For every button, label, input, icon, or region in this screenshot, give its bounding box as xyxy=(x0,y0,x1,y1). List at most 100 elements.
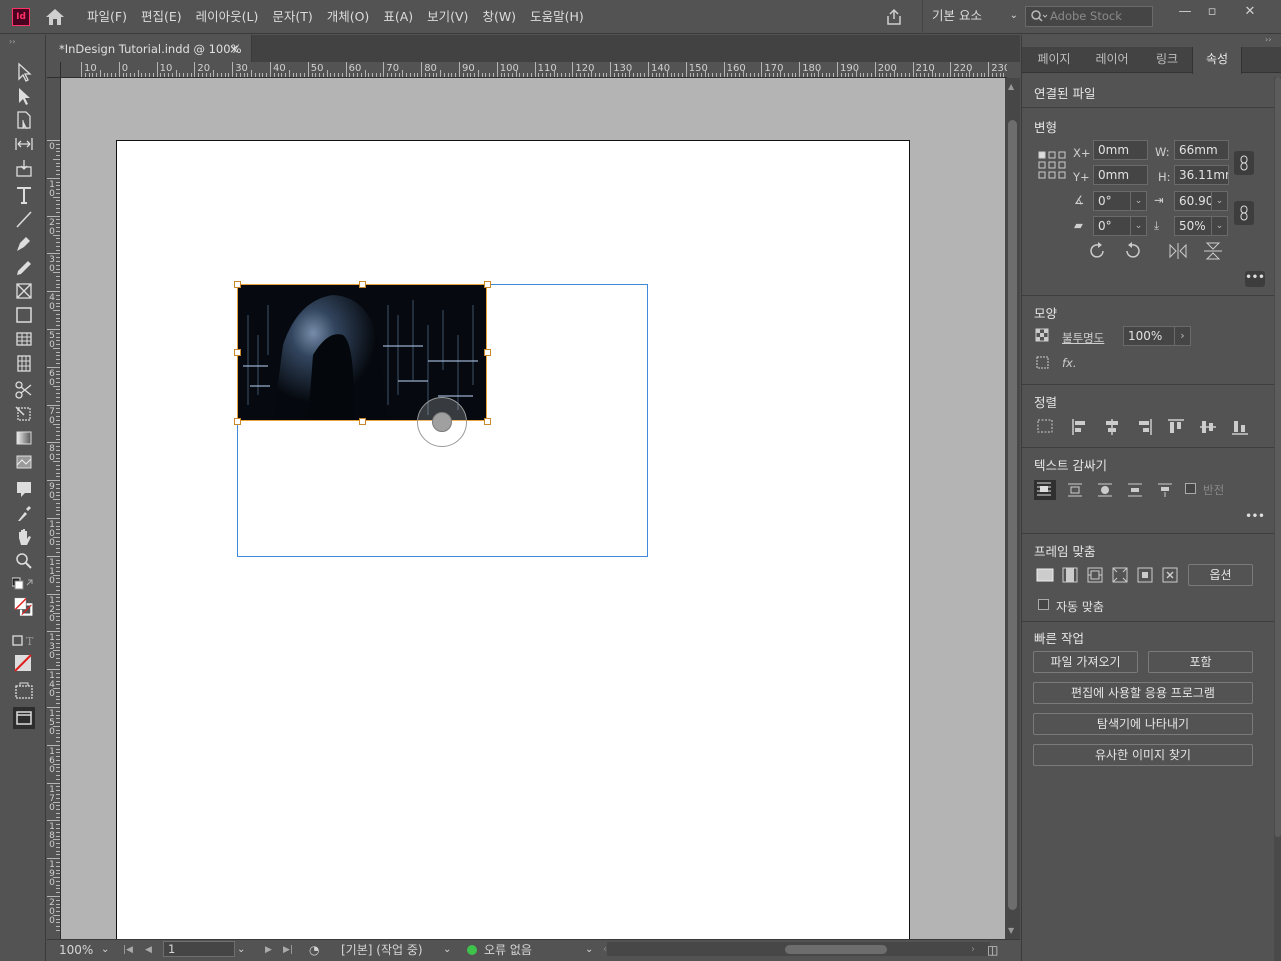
apply-none-icon[interactable] xyxy=(12,652,36,674)
edit-with-button[interactable]: 편집에 사용할 응용 프로그램 xyxy=(1033,682,1253,704)
pasteboard[interactable] xyxy=(61,78,1005,939)
scale-y-dropdown-icon[interactable]: ⌄ xyxy=(1212,216,1228,236)
height-field[interactable]: 36.11mr xyxy=(1174,165,1229,185)
page-tool-icon[interactable] xyxy=(12,109,36,131)
fill-frame-proportionally-icon[interactable] xyxy=(1035,566,1055,584)
content-collector-icon[interactable] xyxy=(12,157,36,179)
constrain-proportions-icon[interactable] xyxy=(1234,151,1254,175)
selection-tool-icon[interactable] xyxy=(12,61,36,83)
view-mode-icon[interactable] xyxy=(12,707,36,729)
opacity-slider-icon[interactable]: › xyxy=(1175,326,1191,346)
menu-object[interactable]: 개체(O) xyxy=(320,0,377,34)
rectangle-tool-icon[interactable] xyxy=(12,304,36,326)
collapse-panels-icon[interactable]: ›› xyxy=(1265,35,1271,44)
panel-scrollbar[interactable] xyxy=(1274,77,1281,961)
horizontal-ruler[interactable]: 10 0 10 20 30 40 50 60 70 80 90 100 110 120 130 140 150 1… xyxy=(61,62,1007,78)
frame-handle[interactable] xyxy=(359,418,366,425)
menu-help[interactable]: 도움말(H) xyxy=(523,0,591,34)
text-wrap-more-options-icon[interactable]: ••• xyxy=(1245,510,1265,526)
tab-links[interactable]: 링크 xyxy=(1144,47,1190,73)
stock-search-input[interactable]: Adobe Stock xyxy=(1025,6,1153,27)
center-content-icon[interactable] xyxy=(1135,566,1155,584)
import-file-button[interactable]: 파일 가져오기 xyxy=(1033,651,1138,673)
fitting-options-button[interactable]: 옵션 xyxy=(1188,564,1253,586)
share-icon[interactable] xyxy=(884,7,904,27)
scale-x-dropdown-icon[interactable]: ⌄ xyxy=(1212,191,1228,211)
reference-point-icon[interactable] xyxy=(1038,151,1066,179)
wrap-object-shape-icon[interactable] xyxy=(1095,481,1115,499)
transform-more-options-icon[interactable]: ••• xyxy=(1245,271,1265,287)
rotate-counterclockwise-icon[interactable] xyxy=(1122,242,1142,260)
default-colors-icon[interactable] xyxy=(11,576,36,594)
direct-selection-tool-icon[interactable] xyxy=(12,85,36,107)
rotation-dropdown-icon[interactable]: ⌄ xyxy=(1131,191,1147,211)
scale-y-field[interactable]: 50% xyxy=(1174,216,1212,236)
frame-handle[interactable] xyxy=(484,418,491,425)
preflight-profile[interactable]: [기본] (작업 중) xyxy=(341,940,423,960)
line-tool-icon[interactable] xyxy=(12,208,36,230)
content-aware-fit-icon[interactable] xyxy=(1160,566,1180,584)
width-field[interactable]: 66mm xyxy=(1174,140,1229,160)
menu-table[interactable]: 표(A) xyxy=(376,0,420,34)
auto-fit-checkbox[interactable] xyxy=(1038,599,1049,610)
maximize-icon[interactable]: ▫ xyxy=(1197,2,1227,22)
fx-effects-icon[interactable]: fx. xyxy=(1062,356,1077,370)
menu-layout[interactable]: 레이아웃(L) xyxy=(189,0,266,34)
jump-object-icon[interactable] xyxy=(1125,481,1145,499)
scissors-tool-icon[interactable] xyxy=(12,379,36,401)
menu-file[interactable]: 파일(F) xyxy=(80,0,134,34)
screen-mode-icon[interactable] xyxy=(12,680,36,702)
x-position-field[interactable]: 0mm xyxy=(1093,140,1148,160)
align-top-icon[interactable] xyxy=(1166,418,1186,436)
align-left-icon[interactable] xyxy=(1070,418,1090,436)
collapse-tools-icon[interactable]: ›› xyxy=(9,37,15,46)
tab-pages[interactable]: 페이지 xyxy=(1028,47,1080,73)
zoom-dropdown-icon[interactable]: ⌄ xyxy=(101,940,109,960)
menu-window[interactable]: 창(W) xyxy=(475,0,523,34)
rotate-clockwise-icon[interactable] xyxy=(1088,242,1108,260)
content-grabber-center[interactable] xyxy=(432,412,452,432)
flip-horizontal-icon[interactable] xyxy=(1168,242,1188,260)
pen-tool-icon[interactable] xyxy=(12,232,36,254)
frame-handle[interactable] xyxy=(484,281,491,288)
pencil-tool-icon[interactable] xyxy=(12,256,36,278)
scale-x-field[interactable]: 60.90 xyxy=(1174,191,1212,211)
scroll-up-icon[interactable]: ▲ xyxy=(1008,82,1014,91)
tab-properties[interactable]: 속성 xyxy=(1192,47,1242,74)
free-transform-tool-icon[interactable] xyxy=(12,403,36,425)
next-page-icon[interactable]: ▶ xyxy=(265,940,272,960)
flip-vertical-icon[interactable] xyxy=(1203,242,1223,260)
align-to-selection-icon[interactable] xyxy=(1036,418,1056,436)
table-tool-icon[interactable] xyxy=(12,328,36,350)
page-number-field[interactable]: 1 xyxy=(163,941,235,957)
align-horizontal-center-icon[interactable] xyxy=(1102,418,1122,436)
constrain-scale-icon[interactable] xyxy=(1234,201,1254,225)
grid-tool-icon[interactable] xyxy=(12,352,36,374)
home-icon[interactable] xyxy=(45,8,65,26)
frame-handle[interactable] xyxy=(359,281,366,288)
preflight-dropdown-icon[interactable]: ⌄ xyxy=(443,940,451,960)
document-page[interactable] xyxy=(116,140,910,939)
rectangle-frame-tool-icon[interactable] xyxy=(12,280,36,302)
frame-handle[interactable] xyxy=(234,281,241,288)
shear-dropdown-icon[interactable]: ⌄ xyxy=(1131,216,1147,236)
no-text-wrap-icon[interactable] xyxy=(1034,480,1056,500)
scroll-down-icon[interactable]: ▼ xyxy=(1008,926,1014,935)
previous-page-icon[interactable]: ◀ xyxy=(145,940,152,960)
split-window-icon[interactable]: ◫ xyxy=(987,940,998,960)
gradient-swatch-tool-icon[interactable] xyxy=(12,427,36,449)
hand-tool-icon[interactable] xyxy=(12,526,36,548)
vertical-scrollbar[interactable]: ▲ ▼ xyxy=(1005,78,1020,939)
close-window-icon[interactable]: ✕ xyxy=(1235,2,1265,22)
vertical-scroll-thumb[interactable] xyxy=(1008,120,1017,910)
fit-content-proportionally-icon[interactable] xyxy=(1060,566,1080,584)
menu-view[interactable]: 보기(V) xyxy=(420,0,475,34)
align-right-icon[interactable] xyxy=(1134,418,1154,436)
first-page-icon[interactable]: |◀ xyxy=(123,940,133,960)
ruler-origin[interactable] xyxy=(47,62,61,78)
last-page-icon[interactable]: ▶| xyxy=(283,940,293,960)
eyedropper-tool-icon[interactable] xyxy=(12,502,36,524)
jump-to-next-column-icon[interactable] xyxy=(1155,481,1175,499)
content-grabber[interactable] xyxy=(417,397,467,447)
frame-handle[interactable] xyxy=(484,349,491,356)
